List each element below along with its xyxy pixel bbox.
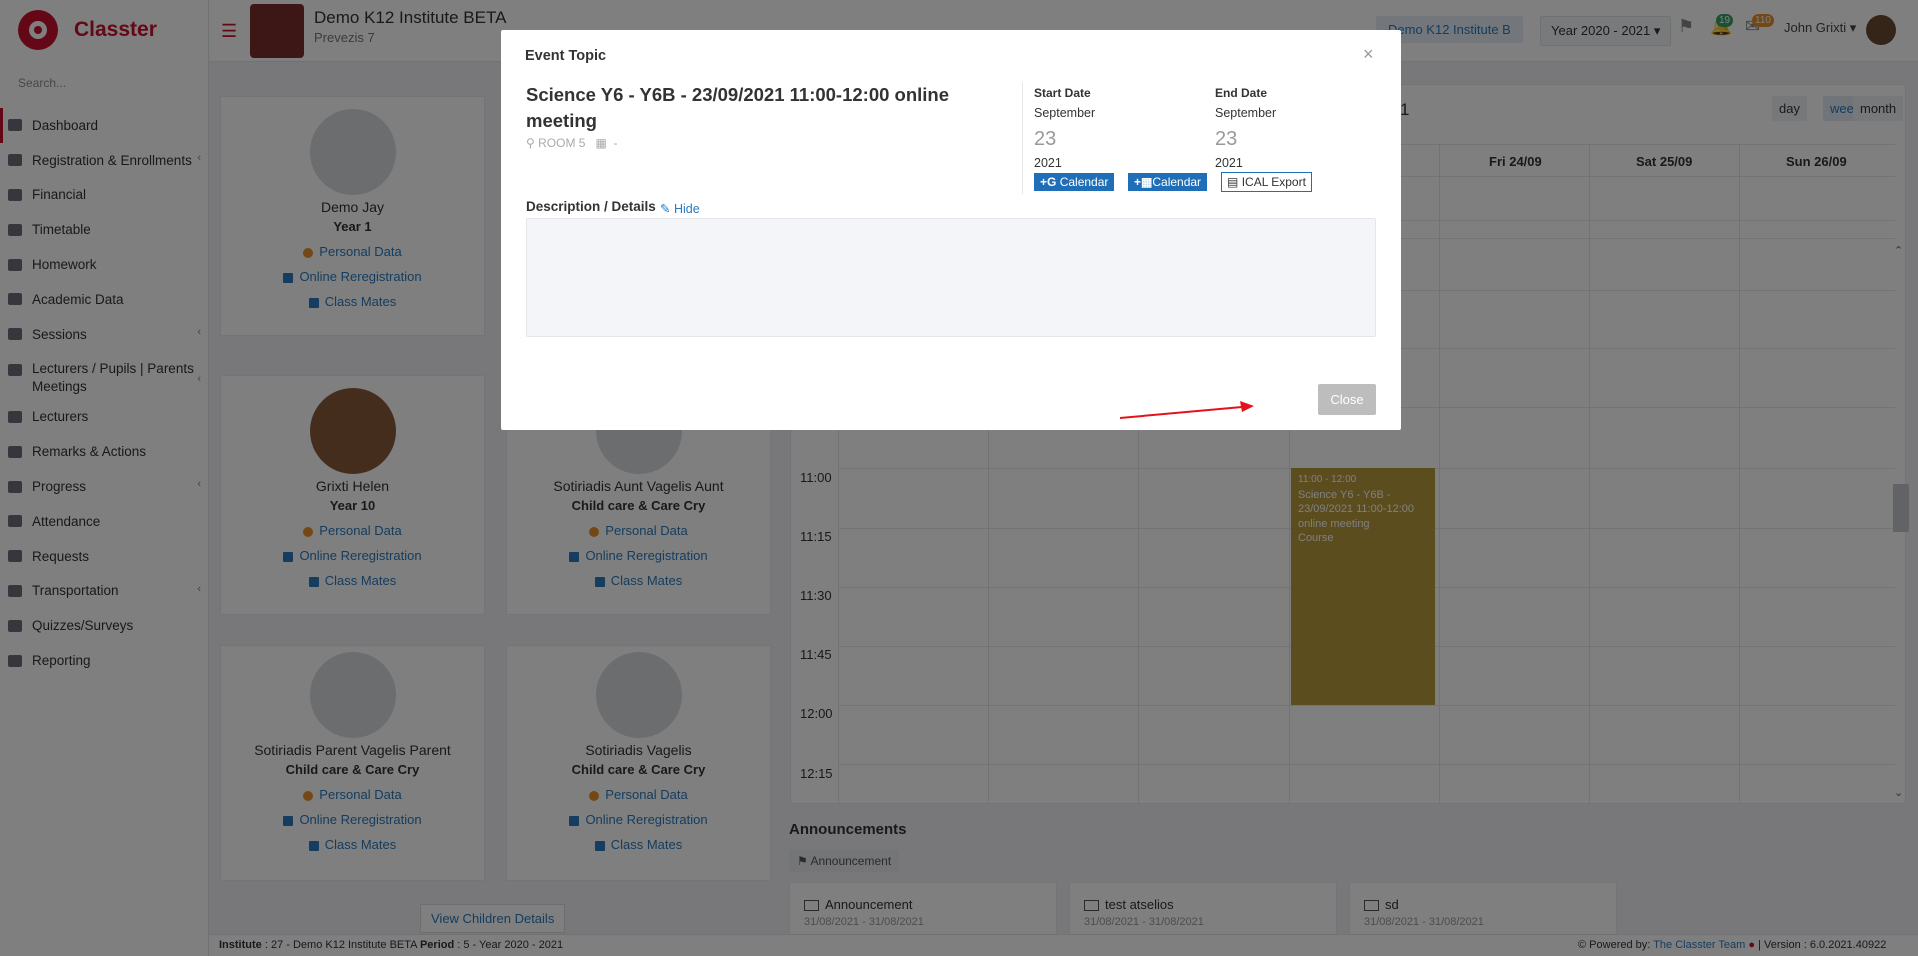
hide-description-link[interactable]: ✎ Hide [660,201,700,216]
start-year: 2021 [1034,156,1062,170]
close-icon[interactable]: × [1363,44,1374,65]
start-month: September [1034,106,1096,120]
end-day: 23 [1215,128,1238,150]
google-icon: +G [1040,175,1057,189]
pencil-icon: ✎ [660,202,671,216]
red-arrow-annotation [1119,401,1254,419]
add-google-calendar-button[interactable]: +G Calendar [1034,173,1115,191]
arrow-head [1240,401,1254,412]
end-year: 2021 [1215,156,1243,170]
arrow-shaft [1119,406,1243,419]
map-marker-icon: ⚲ [526,136,535,150]
windows-icon: +▦ [1134,175,1153,189]
description-box[interactable] [526,218,1376,337]
add-outlook-calendar-button[interactable]: +▦Calendar [1128,173,1208,191]
description-label: Description / Details [526,199,656,214]
start-day: 23 [1034,128,1057,150]
close-button[interactable]: Close [1318,384,1376,415]
building-icon: ▦ [595,136,607,150]
event-title: Science Y6 - Y6B - 23/09/2021 11:00-12:0… [526,84,950,131]
modal-title: Event Topic [525,48,607,64]
ical-export-button[interactable]: ▤ ICAL Export [1221,172,1312,192]
file-export-icon: ▤ [1227,175,1239,189]
event-location: ⚲ ROOM 5 ▦ - [526,136,618,150]
start-date-label: Start Date [1034,86,1091,100]
end-date-label: End Date [1215,86,1268,100]
end-month: September [1215,106,1277,120]
modal-divider [1022,82,1023,194]
